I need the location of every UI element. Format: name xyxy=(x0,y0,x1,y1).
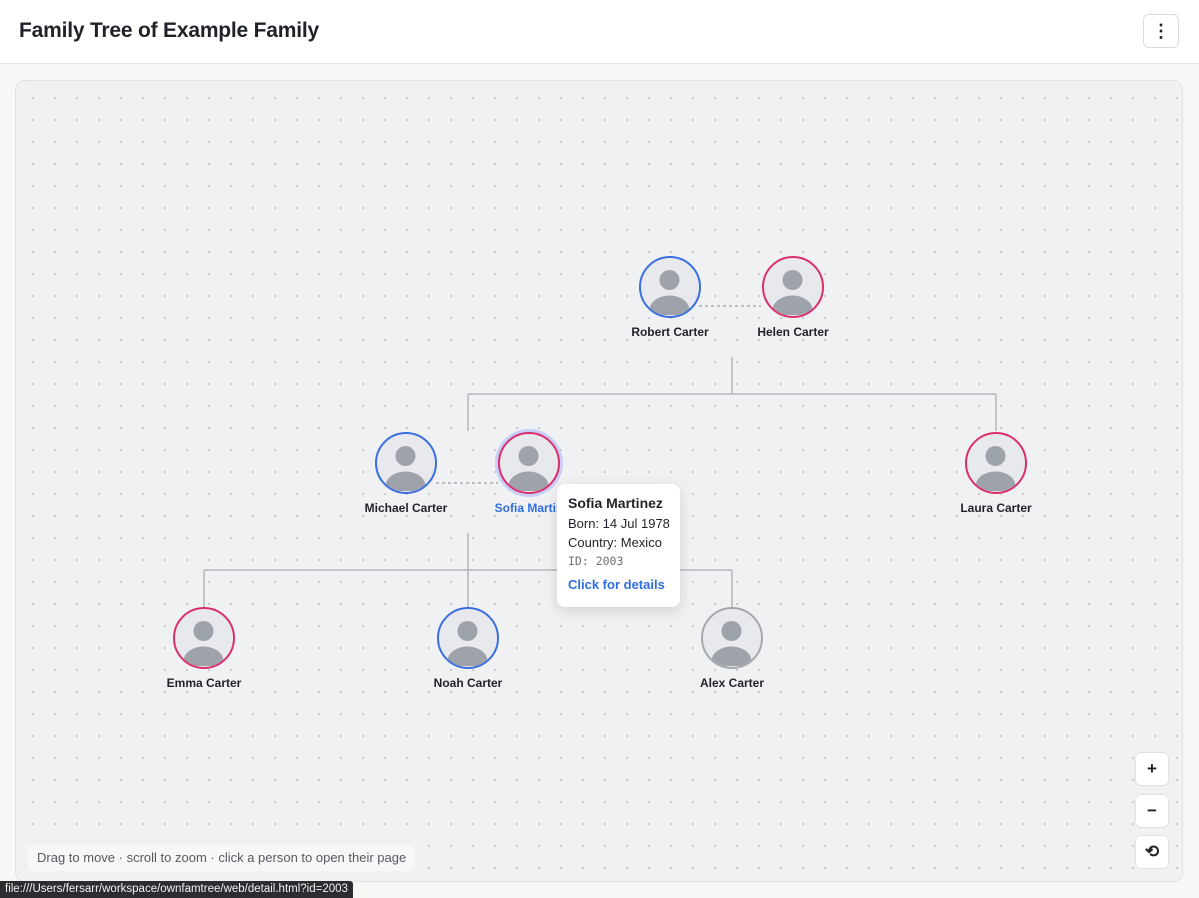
person-silhouette-icon xyxy=(649,270,690,315)
more-vertical-icon: ⋮ xyxy=(1152,21,1170,41)
person-name: Helen Carter xyxy=(757,325,829,339)
person-name: Robert Carter xyxy=(631,325,709,339)
app-header: Family Tree of Example Family ⋮ xyxy=(0,0,1199,64)
page-title: Family Tree of Example Family xyxy=(19,19,319,42)
minus-icon: − xyxy=(1147,801,1157,820)
avatar xyxy=(762,256,824,318)
tooltip-id: ID: 2003 xyxy=(568,554,624,568)
more-menu-button[interactable]: ⋮ xyxy=(1143,14,1179,48)
person-silhouette-icon xyxy=(183,621,224,666)
tree-canvas[interactable]: Robert Carter Helen Carter Michael Carte… xyxy=(15,80,1183,882)
person-silhouette-icon xyxy=(711,621,752,666)
avatar xyxy=(639,256,701,318)
navigation-hint: Drag to move · scroll to zoom · click a … xyxy=(28,845,416,871)
person-silhouette-icon xyxy=(508,446,549,491)
avatar xyxy=(498,432,560,494)
person-name: Emma Carter xyxy=(166,676,242,690)
person-silhouette-icon xyxy=(447,621,488,666)
avatar xyxy=(965,432,1027,494)
tooltip-details-link[interactable]: Click for details xyxy=(568,577,669,592)
person-name: Laura Carter xyxy=(960,501,1032,515)
child-link-generation-1 xyxy=(467,357,997,431)
zoom-in-button[interactable]: + xyxy=(1135,752,1169,786)
person-silhouette-icon xyxy=(772,270,813,315)
person-name: Alex Carter xyxy=(699,676,765,690)
tooltip-name: Sofia Martinez xyxy=(568,495,663,511)
person-name: Michael Carter xyxy=(364,501,448,515)
person-tooltip[interactable]: Sofia Martinez Born: 14 Jul 1978 Country… xyxy=(557,484,680,607)
avatar xyxy=(173,607,235,669)
link-status-bar: file:///Users/fersarr/workspace/ownfamtr… xyxy=(0,881,353,898)
tooltip-born: Born: 14 Jul 1978 xyxy=(568,516,670,531)
avatar xyxy=(375,432,437,494)
reset-view-button[interactable]: ⟲ xyxy=(1135,835,1169,869)
zoom-out-button[interactable]: − xyxy=(1135,794,1169,828)
person-silhouette-icon xyxy=(975,446,1016,491)
avatar xyxy=(701,607,763,669)
plus-icon: + xyxy=(1147,759,1157,778)
avatar xyxy=(437,607,499,669)
reset-view-icon: ⟲ xyxy=(1144,842,1160,861)
tooltip-country: Country: Mexico xyxy=(568,535,662,550)
person-name: Noah Carter xyxy=(433,676,503,690)
person-silhouette-icon xyxy=(385,446,426,491)
